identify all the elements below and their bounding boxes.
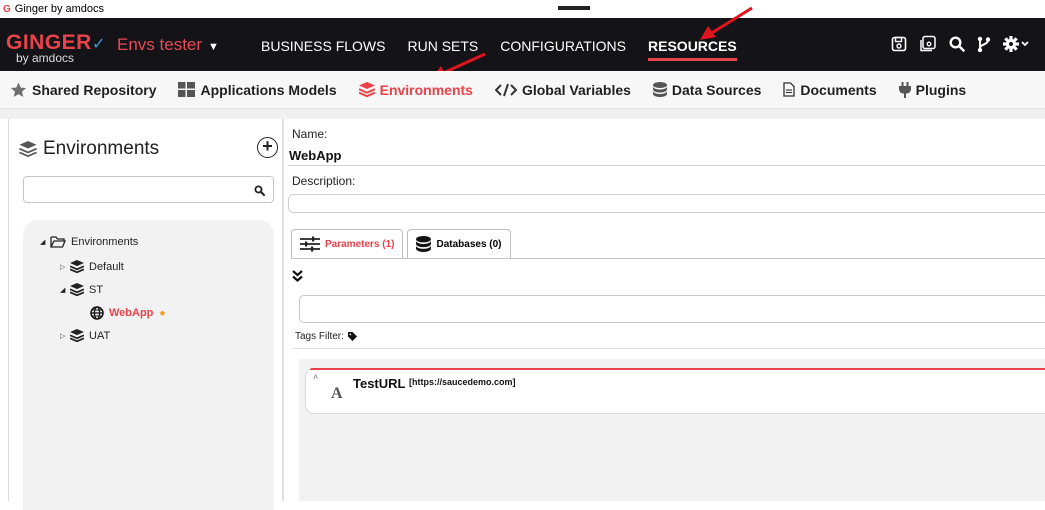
resources-toolbar: Shared Repository Applications Models En… — [0, 71, 1045, 109]
nav-business-flows[interactable]: BUSINESS FLOWS — [261, 38, 385, 54]
tree-label: Default — [89, 260, 124, 273]
environments-panel: Environments + ◢ Environments ▷ Default … — [8, 119, 283, 510]
toolbar-label: Shared Repository — [32, 81, 157, 98]
description-field[interactable] — [288, 194, 1045, 213]
parameter-row[interactable]: ˄ A TestURL [https://saucedemo.com] — [305, 368, 1045, 414]
expand-arrow-icon[interactable]: ◢ — [60, 286, 70, 294]
plug-icon — [898, 81, 911, 98]
globe-icon — [90, 306, 104, 320]
tree-item-st[interactable]: ◢ ST — [60, 283, 103, 296]
name-field-underline — [288, 165, 1045, 166]
tag-icon — [347, 332, 357, 341]
grid-icon — [178, 82, 196, 97]
layers-icon — [358, 82, 375, 97]
toolbar-environments[interactable]: Environments — [358, 81, 473, 98]
layers-icon — [70, 260, 84, 273]
tab-label: Databases (0) — [436, 238, 502, 250]
toolbar-global-variables[interactable]: Global Variables — [494, 81, 631, 98]
database-icon — [416, 235, 432, 252]
modified-indicator: ● — [159, 307, 166, 319]
toolbar-label: Plugins — [915, 81, 967, 98]
layers-icon — [70, 329, 84, 342]
nav-run-sets[interactable]: RUN SETS — [407, 38, 478, 54]
toolbar-applications-models[interactable]: Applications Models — [178, 81, 337, 98]
star-icon — [10, 82, 27, 97]
tree-label: WebApp — [109, 307, 154, 319]
tags-divider — [293, 348, 1045, 349]
tree-item-webapp[interactable]: WebApp ● — [90, 306, 165, 320]
layers-icon — [19, 141, 37, 157]
parameter-value: [https://saucedemo.com] — [409, 377, 516, 387]
tags-filter[interactable]: Tags Filter: — [295, 331, 357, 342]
main-nav-links: BUSINESS FLOWS RUN SETS CONFIGURATIONS R… — [261, 38, 737, 61]
sliders-icon — [300, 236, 320, 252]
expand-arrow-icon[interactable]: ▷ — [60, 332, 70, 340]
environment-search-input[interactable] — [23, 176, 274, 203]
tab-label: Parameters (1) — [325, 238, 395, 250]
brand-check-icon: ✓ — [92, 36, 106, 53]
toolbar-label: Applications Models — [200, 81, 337, 98]
tree-label: UAT — [89, 329, 111, 342]
description-label: Description: — [292, 174, 356, 188]
parameters-search-input[interactable] — [299, 295, 1045, 323]
search-icon[interactable] — [949, 36, 965, 52]
tabs-divider — [291, 258, 1045, 259]
environment-details: Name: WebApp Description: Parameters (1)… — [283, 119, 1045, 501]
panel-title: Environments — [19, 138, 159, 160]
detail-tabs: Parameters (1) Databases (0) — [291, 229, 511, 258]
toolbar-label: Global Variables — [521, 81, 631, 98]
expand-arrow-icon[interactable]: ◢ — [40, 238, 50, 246]
tree-item-default[interactable]: ▷ Default — [60, 260, 124, 273]
tab-databases[interactable]: Databases (0) — [407, 229, 511, 258]
tree-label: ST — [89, 283, 104, 296]
window-drag-handle[interactable] — [558, 6, 590, 10]
app-logo-icon: G — [3, 3, 11, 15]
toolbar-shared-repository[interactable]: Shared Repository — [10, 82, 156, 98]
toolbar-label: Documents — [800, 81, 877, 98]
environment-tree: ◢ Environments ▷ Default ◢ ST WebApp ● ▷… — [23, 220, 274, 510]
source-control-icon[interactable] — [977, 36, 991, 53]
layers-icon — [70, 283, 84, 296]
collapse-toolbar-icon[interactable] — [292, 269, 303, 285]
code-icon — [494, 83, 517, 96]
tree-item-uat[interactable]: ▷ UAT — [60, 329, 110, 342]
save-all-icon[interactable] — [919, 35, 937, 53]
ginger-logo[interactable]: GINGER ✓ by amdocs — [6, 31, 106, 65]
solution-selector[interactable]: Envs tester ▼ — [117, 35, 219, 55]
document-icon — [783, 82, 796, 97]
name-label: Name: — [292, 127, 328, 141]
parameter-name: TestURL — [353, 376, 406, 391]
settings-icon[interactable] — [1003, 36, 1029, 52]
tab-parameters[interactable]: Parameters (1) — [291, 229, 404, 258]
solution-name: Envs tester — [117, 35, 203, 54]
toolbar-label: Data Sources — [671, 81, 762, 98]
toolbar-documents[interactable]: Documents — [783, 81, 877, 98]
nav-actions — [891, 35, 1029, 53]
toolbar-plugins[interactable]: Plugins — [898, 81, 967, 98]
window-title: Ginger by amdocs — [14, 3, 105, 15]
collapse-row-icon[interactable]: ˄ — [313, 372, 318, 382]
search-icon[interactable] — [254, 183, 265, 201]
name-field[interactable]: WebApp — [289, 148, 341, 163]
folder-open-icon — [50, 236, 66, 248]
save-icon[interactable] — [891, 36, 907, 52]
expand-arrow-icon[interactable]: ▷ — [60, 263, 70, 271]
top-navigation-bar: GINGER ✓ by amdocs Envs tester ▼ BUSINESS… — [0, 18, 1045, 71]
panel-separator — [0, 109, 1045, 119]
nav-configurations[interactable]: CONFIGURATIONS — [500, 38, 626, 54]
panel-title-text: Environments — [43, 138, 160, 159]
toolbar-data-sources[interactable]: Data Sources — [652, 81, 762, 98]
database-icon — [652, 81, 667, 97]
parameter-type-icon: A — [331, 385, 343, 402]
toolbar-label: Environments — [379, 81, 473, 98]
tree-item-environments-root[interactable]: ◢ Environments — [40, 236, 138, 248]
window-title-bar: G Ginger by amdocs — [0, 0, 1045, 18]
brand-sub: by amdocs — [16, 51, 75, 65]
nav-resources[interactable]: RESOURCES — [648, 38, 737, 61]
add-environment-button[interactable]: + — [257, 137, 278, 158]
tags-filter-label: Tags Filter: — [295, 331, 344, 342]
chevron-down-icon: ▼ — [208, 41, 219, 53]
tree-label: Environments — [71, 236, 139, 248]
